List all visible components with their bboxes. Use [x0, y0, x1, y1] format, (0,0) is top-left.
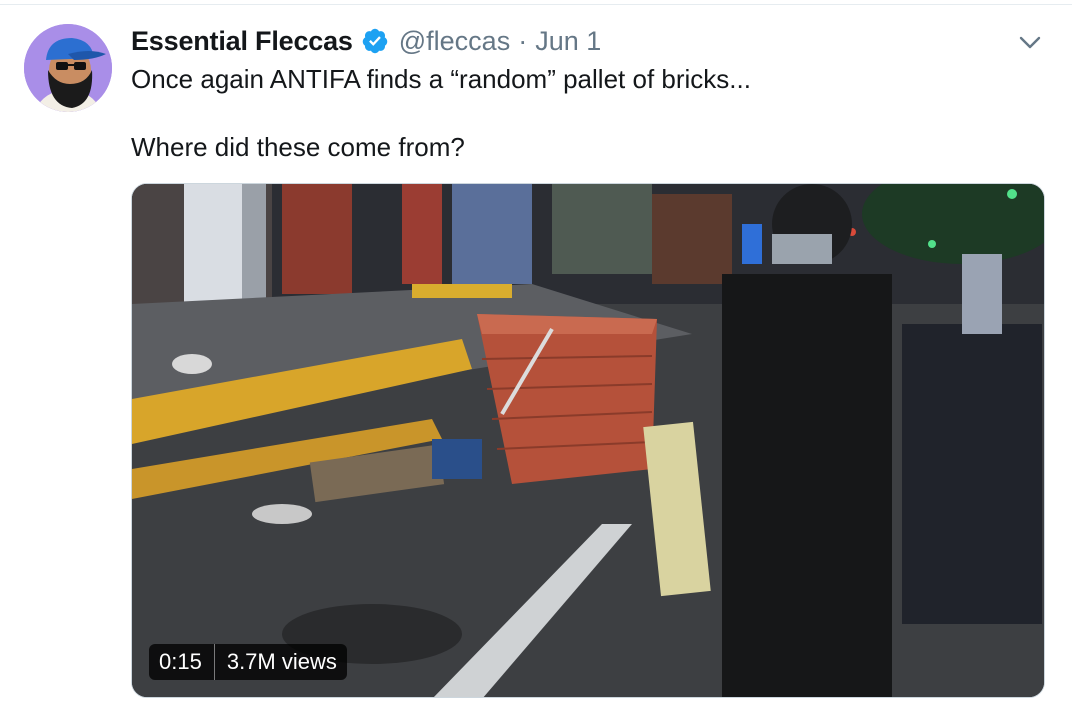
chevron-down-icon[interactable]	[1016, 30, 1044, 54]
avatar[interactable]	[24, 24, 112, 112]
video-player[interactable]: 0:15 3.7M views	[131, 183, 1045, 698]
tweet-header: Essential Fleccas @fleccas · Jun 1	[131, 24, 601, 58]
header-separator: ·	[518, 25, 528, 56]
video-frame	[132, 184, 1044, 697]
tweet-text: Once again ANTIFA finds a “random” palle…	[131, 62, 1031, 164]
video-duration: 0:15	[159, 649, 202, 674]
tweet-date[interactable]: Jun 1	[535, 26, 601, 57]
author-handle[interactable]: @fleccas	[399, 26, 510, 57]
badge-divider	[213, 644, 215, 680]
tweet-text-line: Where did these come from?	[131, 132, 465, 162]
tweet[interactable]: Essential Fleccas @fleccas · Jun 1 Once …	[0, 0, 1072, 712]
bearded-man-avatar-icon	[24, 24, 112, 112]
verified-badge-icon	[361, 27, 389, 55]
video-views: 3.7M views	[226, 649, 337, 674]
display-name[interactable]: Essential Fleccas	[131, 26, 353, 57]
tweet-text-line: Once again ANTIFA finds a “random” palle…	[131, 64, 751, 94]
video-info-badge: 0:15 3.7M views	[149, 644, 347, 680]
